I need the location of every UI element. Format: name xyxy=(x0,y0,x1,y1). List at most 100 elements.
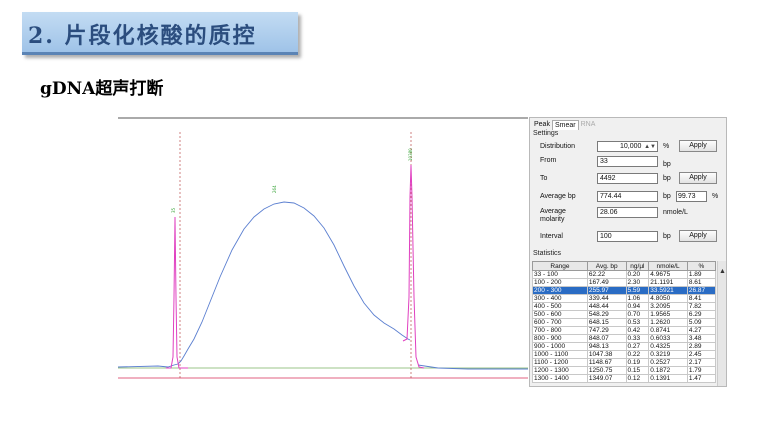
table-row[interactable]: 300 - 400 339.44 1.06 4.8050 8.41 xyxy=(532,294,717,303)
table-cell: 800 - 900 xyxy=(532,334,588,343)
upper-peak-label: 10380 xyxy=(408,148,413,161)
statistics-label: Statistics xyxy=(533,250,562,257)
table-cell: 0.6033 xyxy=(648,334,688,343)
table-cell: 0.42 xyxy=(625,326,650,335)
table-cell: 1.47 xyxy=(686,374,717,383)
interval-label: Interval xyxy=(540,233,563,240)
table-cell: 500 - 600 xyxy=(532,310,588,319)
from-input[interactable]: 33 xyxy=(597,156,658,167)
to-unit: bp xyxy=(663,175,671,182)
lower-peak-label: 35 xyxy=(171,207,176,213)
tab-smear[interactable]: Smear xyxy=(551,120,579,130)
table-cell: 255.97 xyxy=(586,286,627,295)
table-cell: 3.2095 xyxy=(648,302,688,311)
table-cell: 0.20 xyxy=(625,270,650,279)
average-bp-label: Average bp xyxy=(540,193,576,200)
lower-marker-peak xyxy=(166,216,188,369)
table-cell: 8.61 xyxy=(686,278,717,287)
tab-rna[interactable]: RNA xyxy=(579,120,598,129)
table-cell: 448.44 xyxy=(586,302,627,311)
table-cell: 200 - 300 xyxy=(532,286,588,295)
table-cell: 339.44 xyxy=(586,294,627,303)
header-percent[interactable]: % xyxy=(686,261,717,271)
interval-input[interactable]: 100 xyxy=(597,231,658,242)
table-cell: 0.15 xyxy=(625,366,650,375)
distribution-input[interactable]: 10,000 ▲▼ xyxy=(597,141,658,152)
table-row[interactable]: 900 - 1000 948.13 0.27 0.4325 2.89 xyxy=(532,342,717,351)
analysis-panel: Peak Smear RNA Settings Distribution 10,… xyxy=(529,117,727,387)
table-cell: 4.9675 xyxy=(648,270,688,279)
settings-label: Settings xyxy=(533,130,559,137)
average-bp-unit: bp xyxy=(663,193,671,200)
tab-peak[interactable]: Peak xyxy=(532,120,552,129)
table-row[interactable]: 200 - 300 255.97 5.59 33.5921 26.87 xyxy=(532,286,717,295)
slide-title-box: 2. 片段化核酸的质控 xyxy=(22,12,298,55)
table-cell: 2.45 xyxy=(686,350,717,359)
table-cell: 0.8741 xyxy=(648,326,688,335)
table-cell: 400 - 500 xyxy=(532,302,588,311)
table-cell: 7.82 xyxy=(686,302,717,311)
average-bp-percent: 99.73 xyxy=(676,191,707,202)
table-cell: 26.87 xyxy=(686,286,717,295)
statistics-scrollbar[interactable]: ▲ xyxy=(717,261,726,386)
table-cell: 1.89 xyxy=(686,270,717,279)
table-row[interactable]: 1000 - 1100 1047.38 0.22 0.3219 2.45 xyxy=(532,350,717,359)
table-cell: 1047.38 xyxy=(586,350,627,359)
table-cell: 0.2527 xyxy=(648,358,688,367)
table-row[interactable]: 400 - 500 448.44 0.94 3.2095 7.82 xyxy=(532,302,717,311)
table-row[interactable]: 800 - 900 848.07 0.33 0.6033 3.48 xyxy=(532,334,717,343)
table-cell: 2.89 xyxy=(686,342,717,351)
table-cell: 2.30 xyxy=(625,278,650,287)
header-avg-bp[interactable]: Avg. bp xyxy=(586,261,627,271)
table-cell: 33 - 100 xyxy=(532,270,588,279)
smear-trace xyxy=(118,201,528,370)
table-cell: 4.8050 xyxy=(648,294,688,303)
electropherogram-chart: 35 264 10380 xyxy=(118,117,528,379)
table-cell: 5.09 xyxy=(686,318,717,327)
header-ng-ul[interactable]: ng/µl xyxy=(625,261,650,271)
to-input[interactable]: 4492 xyxy=(597,173,658,184)
header-nmole-l[interactable]: nmole/L xyxy=(648,261,688,271)
average-molarity-value: 28.06 xyxy=(597,207,658,218)
apply-to-button[interactable]: Apply xyxy=(679,172,717,184)
table-cell: 0.19 xyxy=(625,358,650,367)
table-cell: 747.29 xyxy=(586,326,627,335)
table-cell: 0.1391 xyxy=(648,374,688,383)
from-label: From xyxy=(540,157,557,164)
table-cell: 1.9565 xyxy=(648,310,688,319)
scroll-up-icon[interactable]: ▲ xyxy=(719,268,726,275)
table-cell: 1300 - 1400 xyxy=(532,374,588,383)
average-molarity-label-line1: Average xyxy=(540,208,566,215)
slide-subtitle: gDNA超声打断 xyxy=(40,79,164,99)
table-row[interactable]: 500 - 600 548.29 0.70 1.9565 6.29 xyxy=(532,310,717,319)
spinner-icon[interactable]: ▲▼ xyxy=(644,143,656,152)
table-cell: 0.4325 xyxy=(648,342,688,351)
table-cell: 21.1191 xyxy=(648,278,688,287)
table-row[interactable]: 700 - 800 747.29 0.42 0.8741 4.27 xyxy=(532,326,717,335)
distribution-label: Distribution xyxy=(540,143,576,150)
table-row[interactable]: 100 - 200 167.49 2.30 21.1191 8.61 xyxy=(532,278,717,287)
table-cell: 62.22 xyxy=(586,270,627,279)
table-cell: 0.70 xyxy=(625,310,650,319)
table-cell: 33.5921 xyxy=(648,286,688,295)
table-cell: 848.07 xyxy=(586,334,627,343)
table-row[interactable]: 1300 - 1400 1349.07 0.12 0.1391 1.47 xyxy=(532,374,717,383)
table-row[interactable]: 600 - 700 648.15 0.53 1.2620 5.09 xyxy=(532,318,717,327)
table-cell: 4.27 xyxy=(686,326,717,335)
table-cell: 3.48 xyxy=(686,334,717,343)
table-cell: 300 - 400 xyxy=(532,294,588,303)
table-row[interactable]: 33 - 100 62.22 0.20 4.9675 1.89 xyxy=(532,270,717,279)
table-row[interactable]: 1200 - 1300 1250.75 0.15 0.1872 1.79 xyxy=(532,366,717,375)
smear-peak-label: 264 xyxy=(272,185,277,193)
distribution-value: 10,000 xyxy=(620,143,642,150)
table-cell: 100 - 200 xyxy=(532,278,588,287)
table-cell: 1.79 xyxy=(686,366,717,375)
table-cell: 900 - 1000 xyxy=(532,342,588,351)
table-row[interactable]: 1100 - 1200 1148.67 0.19 0.2527 2.17 xyxy=(532,358,717,367)
average-molarity-label-line2: molarity xyxy=(540,216,565,223)
to-label: To xyxy=(540,175,548,182)
apply-interval-button[interactable]: Apply xyxy=(679,230,717,242)
header-range[interactable]: Range xyxy=(532,261,588,271)
table-cell: 0.94 xyxy=(625,302,650,311)
apply-distribution-button[interactable]: Apply xyxy=(679,140,717,152)
